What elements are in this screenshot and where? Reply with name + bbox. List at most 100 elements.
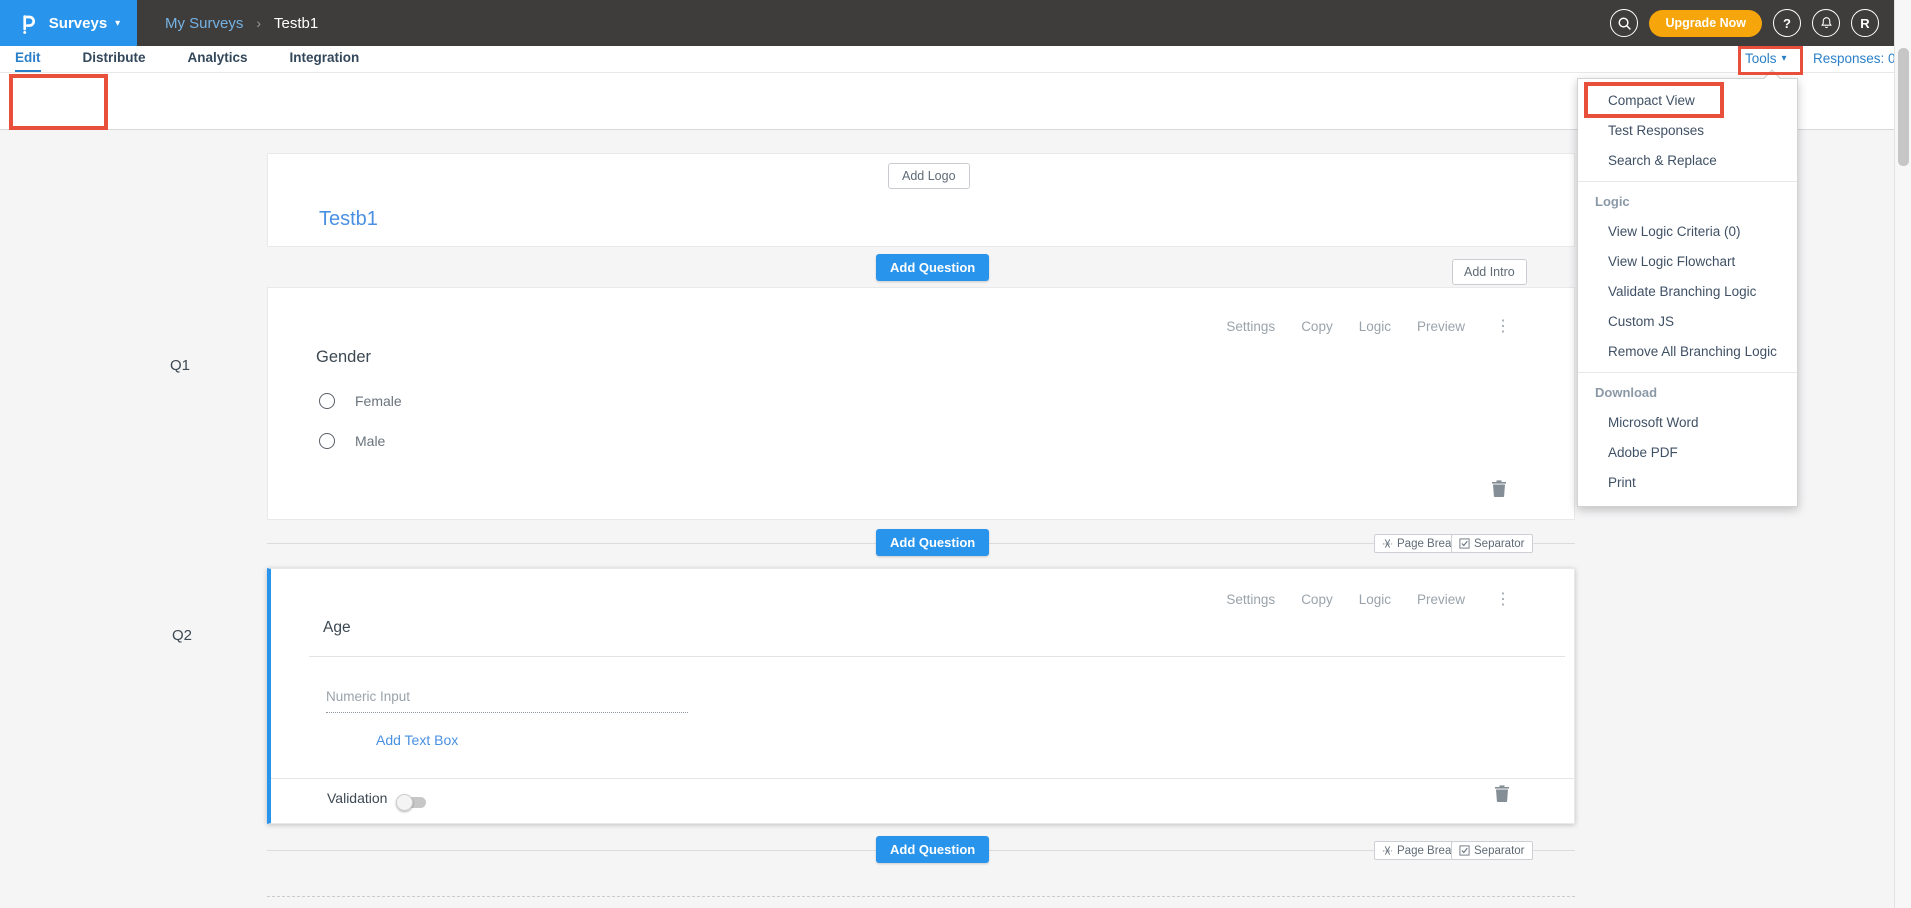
search-button[interactable] [1610,9,1638,37]
menu-item-view-logic-criteria[interactable]: View Logic Criteria (0) [1578,217,1797,247]
add-text-box-link[interactable]: Add Text Box [376,732,458,748]
option-label[interactable]: Female [355,393,402,409]
menu-item-remove-all-branching-logic[interactable]: Remove All Branching Logic [1578,337,1797,367]
breadcrumb-current: Testb1 [274,15,318,32]
avatar[interactable]: R [1851,9,1879,37]
question-actions: Settings Copy Logic Preview ⋮ [1226,316,1511,336]
breadcrumb-my-surveys[interactable]: My Surveys [165,15,243,32]
option-label[interactable]: Male [355,433,385,449]
survey-title-card: Add Logo Testb1 [267,153,1575,247]
delete-question-button[interactable] [1492,480,1506,497]
question-copy-link[interactable]: Copy [1301,319,1333,334]
question-number-q1: Q1 [170,357,190,374]
radio-button-icon[interactable] [319,433,335,449]
chevron-down-icon: ▾ [1782,46,1787,72]
insert-row-2: Add Question Page Break Separator [267,520,1575,568]
proprofs-logo-icon [17,10,41,36]
menu-divider [1578,372,1797,373]
tab-integration[interactable]: Integration [290,46,360,72]
question-mark-icon: ? [1783,16,1791,31]
tools-dropdown-menu: Compact View Test Responses Search & Rep… [1577,78,1798,507]
tab-analytics[interactable]: Analytics [188,46,248,72]
menu-item-compact-view[interactable]: Compact View [1578,86,1797,116]
chevron-down-icon: ▾ [115,18,120,29]
insert-row-3: Add Question Page Break Separator [267,824,1575,870]
add-question-button[interactable]: Add Question [876,836,989,863]
separator-button[interactable]: Separator [1451,841,1533,860]
checkbox-icon [1459,538,1470,549]
kebab-menu-icon[interactable]: ⋮ [1495,316,1511,336]
brand-menu[interactable]: Surveys ▾ [0,0,137,46]
question-logic-link[interactable]: Logic [1359,319,1391,334]
question-card-q1[interactable]: Settings Copy Logic Preview ⋮ Gender Fem… [267,287,1575,520]
add-logo-button[interactable]: Add Logo [888,163,970,189]
notifications-button[interactable] [1812,9,1840,37]
toggle-knob[interactable] [396,794,413,811]
tab-distribute[interactable]: Distribute [83,46,146,72]
top-header: Surveys ▾ My Surveys › Testb1 Upgrade No… [0,0,1911,46]
question-preview-link[interactable]: Preview [1417,319,1465,334]
menu-item-adobe-pdf[interactable]: Adobe PDF [1578,438,1797,468]
tools-label: Tools [1745,46,1777,72]
breadcrumb: My Surveys › Testb1 [165,0,318,46]
avatar-initial: R [1860,16,1869,31]
header-actions: Upgrade Now ? R [1610,9,1879,37]
scrollbar-thumb[interactable] [1898,48,1909,166]
tools-dropdown-trigger[interactable]: Tools ▾ [1745,46,1787,72]
page-break-label: Page Break [1397,538,1457,550]
delete-question-button[interactable] [1495,785,1509,802]
trash-icon [1492,480,1506,497]
question-copy-link[interactable]: Copy [1301,592,1333,607]
menu-item-microsoft-word[interactable]: Microsoft Word [1578,408,1797,438]
question-actions: Settings Copy Logic Preview ⋮ [1226,589,1511,609]
add-intro-button[interactable]: Add Intro [1452,259,1527,285]
validation-toggle[interactable] [399,797,426,808]
separator-label: Separator [1474,538,1525,550]
menu-section-download: Download [1578,378,1797,408]
field-divider [309,656,1565,657]
menu-item-custom-js[interactable]: Custom JS [1578,307,1797,337]
radio-button-icon[interactable] [319,393,335,409]
search-icon [1617,16,1632,31]
kebab-menu-icon[interactable]: ⋮ [1495,589,1511,609]
question-title[interactable]: Gender [316,348,371,367]
section-nav: Edit Distribute Analytics Integration To… [0,46,1911,73]
upgrade-now-button[interactable]: Upgrade Now [1649,10,1762,37]
question-preview-link[interactable]: Preview [1417,592,1465,607]
responses-count[interactable]: Responses: 0 [1813,46,1896,72]
menu-divider [1578,181,1797,182]
question-card-q2[interactable]: Settings Copy Logic Preview ⋮ Age Add Te… [267,568,1575,824]
question-settings-link[interactable]: Settings [1226,319,1275,334]
validation-divider [271,778,1575,779]
menu-item-test-responses[interactable]: Test Responses [1578,116,1797,146]
tab-edit[interactable]: Edit [15,46,41,72]
page-break-label: Page Break [1397,845,1457,857]
insert-row-1: Add Question Add Intro [267,247,1575,287]
bell-icon [1819,15,1834,31]
menu-item-view-logic-flowchart[interactable]: View Logic Flowchart [1578,247,1797,277]
option-row-male[interactable]: Male [319,433,385,449]
menu-section-logic: Logic [1578,187,1797,217]
add-question-button[interactable]: Add Question [876,254,989,281]
help-button[interactable]: ? [1773,9,1801,37]
question-title[interactable]: Age [323,619,351,637]
page-section-dotted-divider [267,896,1575,897]
numeric-input-field[interactable] [326,681,688,713]
brand-label: Surveys [49,15,107,32]
option-row-female[interactable]: Female [319,393,402,409]
survey-title[interactable]: Testb1 [319,208,378,231]
question-settings-link[interactable]: Settings [1226,592,1275,607]
page-break-icon [1382,538,1393,549]
question-number-q2: Q2 [172,627,192,644]
menu-item-validate-branching-logic[interactable]: Validate Branching Logic [1578,277,1797,307]
add-question-button[interactable]: Add Question [876,529,989,556]
trash-icon [1495,785,1509,802]
question-logic-link[interactable]: Logic [1359,592,1391,607]
checkbox-icon [1459,845,1470,856]
menu-item-print[interactable]: Print [1578,468,1797,498]
separator-label: Separator [1474,845,1525,857]
vertical-scrollbar[interactable] [1894,0,1911,908]
menu-item-search-replace[interactable]: Search & Replace [1578,146,1797,176]
separator-button[interactable]: Separator [1451,534,1533,553]
validation-label: Validation [327,790,387,806]
